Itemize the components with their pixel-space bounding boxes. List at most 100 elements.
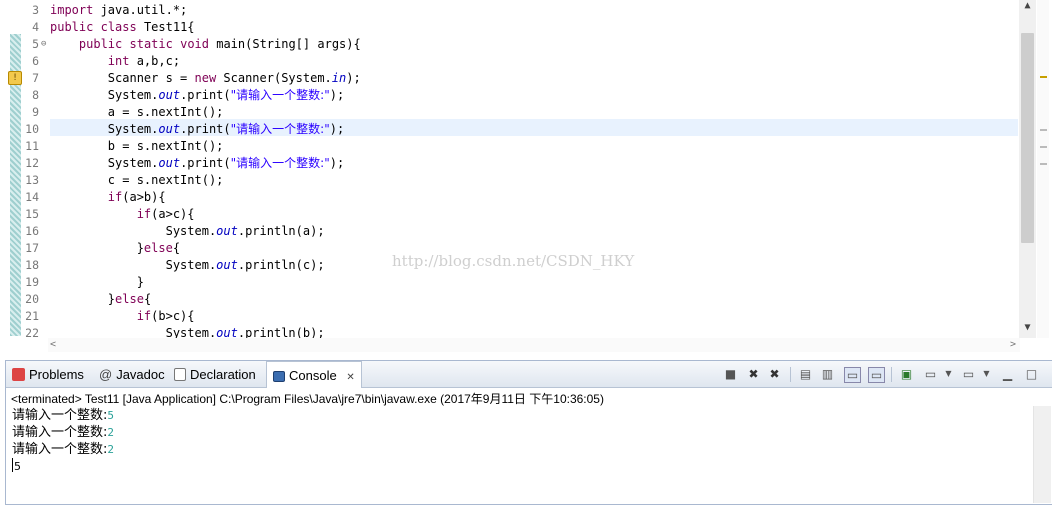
field-token: out: [216, 258, 238, 272]
line-number: 7: [32, 71, 39, 85]
keyword-token: static: [129, 37, 173, 51]
fold-toggle-icon[interactable]: ⊖: [41, 36, 46, 53]
console-icon: [273, 371, 285, 382]
code-line[interactable]: import java.util.*;: [50, 2, 187, 19]
code-line[interactable]: }else{: [50, 240, 180, 257]
tab-label: Declaration: [190, 367, 256, 382]
tab-javadoc[interactable]: @ Javadoc: [99, 361, 165, 387]
field-token: out: [216, 224, 238, 238]
tab-console[interactable]: Console ✕: [266, 361, 362, 388]
line-number: 17: [25, 241, 39, 255]
code-line[interactable]: System.out.println(c);: [50, 257, 325, 274]
code-line[interactable]: b = s.nextInt();: [50, 138, 224, 155]
scroll-down-icon[interactable]: ▼: [1019, 322, 1036, 333]
code-token: Test11{: [136, 20, 195, 34]
close-icon[interactable]: ✕: [346, 372, 354, 383]
code-token: System.: [50, 224, 217, 238]
scroll-thumb[interactable]: [1021, 33, 1034, 243]
toolbar-separator: [790, 367, 791, 382]
editor-vertical-scrollbar[interactable]: ▲ ▼: [1019, 0, 1036, 338]
console-input-line[interactable]: 5: [12, 458, 1028, 475]
code-token: System.: [50, 122, 159, 136]
show-on-stdout-icon[interactable]: ▭: [844, 367, 861, 383]
code-token: System.: [50, 156, 159, 170]
code-line[interactable]: }else{: [50, 291, 151, 308]
code-line[interactable]: }: [50, 274, 144, 291]
code-line[interactable]: Scanner s = new Scanner(System.in);: [50, 70, 361, 87]
console-user-input: 2: [107, 443, 115, 456]
console-scrollbar[interactable]: [1033, 406, 1051, 503]
chevron-down-icon[interactable]: ▼: [941, 367, 956, 381]
code-line[interactable]: System.out.print("请输入一个整数:");: [50, 155, 344, 172]
tab-label: Console: [289, 368, 337, 383]
tab-declaration[interactable]: Declaration: [174, 361, 256, 387]
open-console-icon[interactable]: ▭: [961, 367, 976, 381]
keyword-token: if: [136, 207, 152, 221]
scroll-left-icon[interactable]: <: [50, 338, 56, 352]
line-number: 9: [32, 105, 39, 119]
warning-icon[interactable]: !: [8, 71, 22, 85]
pin-console-icon[interactable]: ▣: [899, 367, 914, 381]
line-number: 14: [25, 190, 39, 204]
console-prompt: 请输入一个整数:: [12, 425, 108, 440]
code-line[interactable]: if(a>b){: [50, 189, 166, 206]
warning-marker[interactable]: [1040, 76, 1047, 78]
console-output[interactable]: 请输入一个整数:5 请输入一个整数:2 请输入一个整数:2 5: [12, 407, 1028, 504]
console-line: 请输入一个整数:2: [12, 441, 1028, 458]
keyword-token: int: [107, 54, 130, 68]
code-token: .print(: [180, 88, 231, 102]
keyword-token: class: [100, 20, 137, 34]
remove-launch-icon[interactable]: ✖: [746, 367, 761, 381]
code-token: (a>c){: [151, 207, 195, 221]
tab-problems[interactable]: Problems: [12, 361, 84, 387]
keyword-token: void: [180, 37, 209, 51]
line-number: 6: [32, 54, 39, 68]
scroll-lock-icon[interactable]: ▥: [820, 367, 835, 381]
occurrence-marker[interactable]: [1040, 146, 1047, 148]
string-token: "请输入一个整数:": [230, 156, 330, 170]
chevron-down-icon[interactable]: ▼: [979, 367, 994, 381]
console-line: 请输入一个整数:2: [12, 424, 1028, 441]
code-line[interactable]: c = s.nextInt();: [50, 172, 224, 189]
line-number: 13: [25, 173, 39, 187]
display-console-icon[interactable]: ▭: [923, 367, 938, 381]
code-editor[interactable]: 3 4 5 ⊖ 6 7 8 9 10 11 12 13 14 15 16 17 18 19 20 21 22 ! imp…: [0, 0, 1052, 355]
scroll-up-icon[interactable]: ▲: [1019, 0, 1036, 11]
code-line[interactable]: int a,b,c;: [50, 53, 180, 70]
editor-horizontal-scrollbar[interactable]: < >: [48, 338, 1020, 352]
keyword-token: new: [194, 71, 217, 85]
code-line[interactable]: public static void main(String[] args){: [50, 36, 361, 53]
code-line[interactable]: a = s.nextInt();: [50, 104, 224, 121]
code-line[interactable]: public class Test11{: [50, 19, 195, 36]
code-token: .print(: [180, 122, 231, 136]
remove-all-launches-icon[interactable]: ✖: [767, 367, 782, 381]
code-line[interactable]: System.out.println(a);: [50, 223, 325, 240]
code-line[interactable]: System.out.print("请输入一个整数:");: [50, 87, 344, 104]
overview-ruler[interactable]: [1037, 0, 1049, 338]
line-number: 4: [32, 20, 39, 34]
string-token: "请输入一个整数:": [230, 122, 330, 136]
keyword-token: if: [136, 309, 152, 323]
clear-console-icon[interactable]: ▤: [798, 367, 813, 381]
scroll-right-icon[interactable]: >: [1010, 338, 1016, 352]
code-line[interactable]: System.out.print("请输入一个整数:");: [50, 121, 344, 138]
code-area[interactable]: import java.util.*; public class Test11{ …: [50, 0, 1018, 340]
occurrence-marker[interactable]: [1040, 129, 1047, 131]
problems-icon: [12, 368, 25, 381]
minimize-icon[interactable]: ▁: [1000, 367, 1015, 381]
terminate-icon[interactable]: ■: [723, 367, 738, 381]
line-number: 19: [25, 275, 39, 289]
toolbar-separator: [891, 367, 892, 382]
occurrence-marker[interactable]: [1040, 163, 1047, 165]
code-line[interactable]: if(a>c){: [50, 206, 195, 223]
show-on-stderr-icon[interactable]: ▭: [868, 367, 885, 383]
maximize-icon[interactable]: □: [1024, 367, 1039, 381]
code-token: }: [50, 241, 144, 255]
console-prompt: 请输入一个整数:: [12, 442, 108, 457]
code-token: System.: [50, 88, 159, 102]
code-line[interactable]: if(b>c){: [50, 308, 195, 325]
